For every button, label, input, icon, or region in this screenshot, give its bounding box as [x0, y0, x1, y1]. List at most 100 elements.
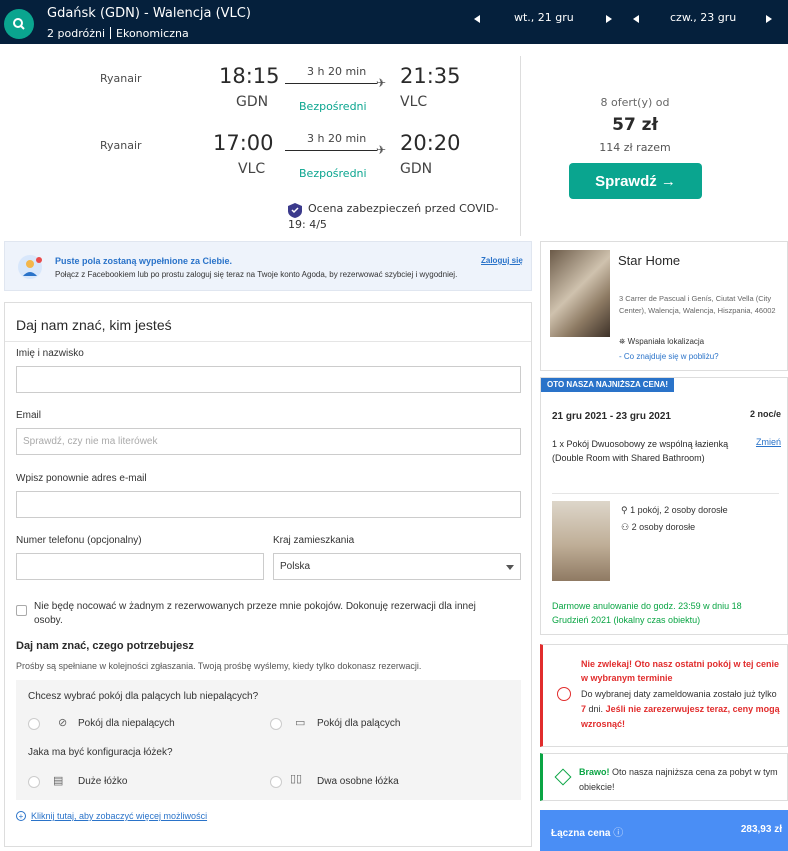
booking-for-other-label: Nie będę nocować w żadnym z rezerwowanyc…: [34, 601, 476, 626]
total-price-value: 283,93 zł: [740, 824, 782, 835]
flight-duration: 3 h 20 min: [307, 132, 367, 145]
guest-details-form: Daj nam znać, kim jesteś Imię i nazwisko…: [4, 302, 532, 847]
stops-label: Bezpośredni: [299, 167, 367, 180]
name-field[interactable]: [16, 366, 521, 393]
twin-beds-radio[interactable]: [270, 776, 282, 788]
room-photo[interactable]: [552, 501, 610, 581]
next-return-date-button[interactable]: [766, 15, 772, 23]
offer-total: 114 zł razem: [599, 141, 671, 154]
alarm-clock-icon: [557, 687, 571, 701]
room-occupancy: ⚲ 1 pokój, 2 osoby dorosłe: [621, 505, 728, 516]
plane-icon: ✈: [376, 143, 387, 157]
country-select[interactable]: Polska: [273, 553, 521, 580]
location-rating-text: Wspaniała lokalizacja: [627, 337, 705, 346]
divider: [5, 341, 531, 342]
booking-for-other-checkbox[interactable]: [16, 605, 27, 616]
route-title[interactable]: Gdańsk (GDN) - Walencja (VLC): [47, 6, 251, 21]
smoking-icon: ▭: [295, 717, 306, 729]
non-smoking-radio[interactable]: [28, 718, 40, 730]
best-price-bold: Brawo!: [579, 767, 610, 777]
country-label: Kraj zamieszkania: [273, 535, 355, 546]
email-confirm-label: Wpisz ponownie adres e-mail: [16, 473, 147, 484]
prev-return-date-button[interactable]: [633, 15, 639, 23]
covid-rating-line1: Ocena zabezpieczeń przed COVID-: [308, 202, 499, 215]
login-prompt-title: Puste pola zostaną wypełnione za Ciebie.: [55, 256, 233, 266]
lowest-price-badge: OTO NASZA NAJNIŻSZA CENA!: [541, 378, 675, 392]
travellers-count: 2 podróżni: [47, 27, 106, 40]
best-price-note: Brawo! Oto nasza najniższa cena za pobyt…: [540, 753, 788, 801]
total-price-label: Łączna cena ⓘ: [551, 824, 623, 839]
profile-illustration-icon: [18, 255, 42, 279]
nearby-link[interactable]: - Co znajduje się w pobliżu?: [619, 352, 719, 361]
urgency-warning: Jeśli nie zarezerwujesz teraz, ceny mogą…: [581, 704, 780, 729]
login-prompt-text: Połącz z Facebookiem lub po prostu zalog…: [55, 270, 458, 279]
urgency-title: Nie zwlekaj! Oto nasz ostatni pokój w te…: [581, 659, 780, 683]
hotel-name: Star Home: [618, 253, 681, 268]
twin-beds-icon: ▯▯: [290, 773, 303, 785]
country-value: Polska: [280, 561, 311, 572]
cabin-class: Ekonomiczna: [116, 27, 189, 40]
free-cancellation-note: Darmowe anulowanie do godz. 23:59 w dniu…: [552, 601, 742, 625]
form-title: Daj nam znać, kim jesteś: [16, 317, 172, 333]
urgency-alert: Nie zwlekaj! Oto nasz ostatni pokój w te…: [540, 644, 788, 747]
divider: [552, 493, 779, 494]
arrival-time: 21:35: [400, 64, 461, 88]
location-rating: ⛯ Wspaniała lokalizacja: [619, 337, 704, 347]
room-occupancy-text: 1 pokój, 2 osoby dorosłe: [630, 505, 728, 515]
hotel-address: 3 Carrer de Pascual i Genís, Ciutat Vell…: [619, 294, 776, 315]
urgency-text: Do wybranej daty zameldowania zostało ju…: [581, 687, 781, 732]
info-icon[interactable]: ⓘ: [613, 828, 623, 839]
tag-icon: [554, 768, 572, 786]
airline-name: Ryanair: [100, 139, 142, 152]
guests-icon: ⚇: [621, 522, 630, 532]
stay-dates: 21 gru 2021 - 23 gru 2021: [552, 411, 671, 422]
email-field[interactable]: Sprawdź, czy nie ma literówek: [16, 428, 521, 455]
bed-question: Jaka ma być konfiguracja łóżek?: [28, 747, 173, 758]
search-icon[interactable]: [4, 9, 34, 39]
smoking-radio[interactable]: [270, 718, 282, 730]
room-type: 1 x Pokój Dwuosobowy ze wspólną łazienką…: [552, 439, 729, 463]
special-requests-title: Daj nam znać, czego potrzebujesz: [16, 640, 194, 652]
login-link[interactable]: Zaloguj się: [481, 256, 523, 265]
depart-date[interactable]: wt., 21 gru: [514, 11, 574, 24]
big-bed-label: Duże łóżko: [78, 776, 128, 787]
booking-summary-card: OTO NASZA NAJNIŻSZA CENA! 21 gru 2021 - …: [540, 377, 788, 635]
smoking-question: Chcesz wybrać pokój dla palących lub nie…: [28, 691, 259, 702]
email-confirm-field[interactable]: [16, 491, 521, 518]
change-room-link[interactable]: Zmień: [756, 437, 781, 447]
plane-icon: ✈: [376, 76, 387, 90]
big-bed-radio[interactable]: [28, 776, 40, 788]
offers-count: 8 ofert(y) od: [600, 96, 670, 109]
hotel-photo[interactable]: [550, 250, 610, 337]
best-price-text: Brawo! Oto nasza najniższa cena za pobyt…: [579, 765, 779, 795]
departure-airport: GDN: [236, 94, 269, 110]
location-icon: ⛯: [619, 337, 626, 346]
check-offer-button[interactable]: Sprawdź →: [569, 163, 702, 199]
no-smoking-icon: ⊘: [58, 717, 68, 729]
departure-time: 17:00: [213, 131, 274, 155]
next-depart-date-button[interactable]: [606, 15, 612, 23]
smoking-label: Pokój dla palących: [317, 718, 401, 729]
flight-duration: 3 h 20 min: [307, 65, 367, 78]
return-date[interactable]: czw., 23 gru: [670, 11, 736, 24]
total-price-label-text: Łączna cena: [551, 828, 611, 839]
search-details: 2 podróżni Ekonomiczna: [47, 27, 189, 40]
covid-rating: Ocena zabezpieczeń przed COVID- 19: 4/5: [288, 201, 518, 233]
separator: [110, 27, 112, 39]
name-label: Imię i nazwisko: [16, 348, 84, 359]
flight-line: [285, 83, 377, 84]
divider: [520, 56, 521, 236]
plus-icon: +: [16, 811, 26, 821]
phone-field[interactable]: [16, 553, 264, 580]
covid-rating-line2: 19: 4/5: [288, 218, 327, 231]
arrival-airport: GDN: [400, 161, 433, 177]
urgency-text-start: Do wybranej daty zameldowania zostało ju…: [581, 689, 777, 699]
arrival-airport: VLC: [400, 94, 428, 110]
nights-count: 2 noc/e: [749, 409, 781, 419]
more-options-link[interactable]: Kliknij tutaj, aby zobaczyć więcej możli…: [31, 811, 207, 821]
prev-depart-date-button[interactable]: [474, 15, 480, 23]
bed-icon: ▤: [53, 775, 64, 787]
total-price-bar: Łączna cena ⓘ 283,93 zł: [540, 810, 788, 851]
person-icon: ⚲: [621, 505, 628, 515]
twin-beds-label: Dwa osobne łóżka: [317, 776, 399, 787]
